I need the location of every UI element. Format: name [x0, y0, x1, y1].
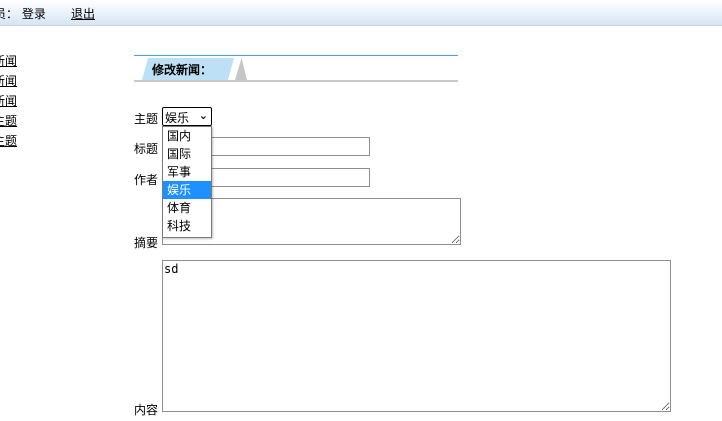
- sidebar-item-news-3[interactable]: 新闻: [0, 93, 17, 113]
- author-label: 作者: [134, 173, 159, 187]
- sidebar-item-topic-1[interactable]: 主题: [0, 113, 17, 133]
- topic-select[interactable]: 娱乐 ⌄: [162, 107, 212, 126]
- sidebar-item-news-1[interactable]: 新闻: [0, 53, 17, 73]
- topic-dropdown-list: 国内 国际 军事 娱乐 体育 科技: [162, 126, 212, 238]
- section-top-line: [134, 55, 458, 56]
- section-tab: 修改新闻：: [142, 58, 234, 80]
- summary-label: 摘要: [134, 236, 159, 250]
- topic-option[interactable]: 科技: [163, 217, 211, 235]
- topic-option[interactable]: 军事: [163, 163, 211, 181]
- tab-decoration-triangle: [235, 58, 247, 80]
- section-title: 修改新闻：: [152, 63, 213, 77]
- section-header: 修改新闻：: [134, 58, 458, 82]
- top-bar: 员： 登录 退出: [0, 0, 722, 26]
- topic-option[interactable]: 国内: [163, 127, 211, 145]
- login-status: 员： 登录: [0, 7, 46, 21]
- logout-link[interactable]: 退出: [71, 5, 95, 22]
- content-label: 内容: [134, 403, 159, 417]
- topic-option[interactable]: 体育: [163, 199, 211, 217]
- title-label: 标题: [134, 142, 159, 156]
- topic-select-value: 娱乐: [165, 111, 190, 125]
- topic-option[interactable]: 国际: [163, 145, 211, 163]
- sidebar-item-news-2[interactable]: 新闻: [0, 73, 17, 93]
- topic-option-selected[interactable]: 娱乐: [163, 181, 211, 199]
- sidebar-item-topic-2[interactable]: 主题: [0, 133, 17, 153]
- chevron-down-icon: ⌄: [198, 109, 208, 122]
- content-textarea[interactable]: sd: [162, 260, 671, 412]
- topic-label: 主题: [134, 112, 159, 126]
- sidebar-nav: 新闻 新闻 新闻 主题 主题: [0, 53, 17, 153]
